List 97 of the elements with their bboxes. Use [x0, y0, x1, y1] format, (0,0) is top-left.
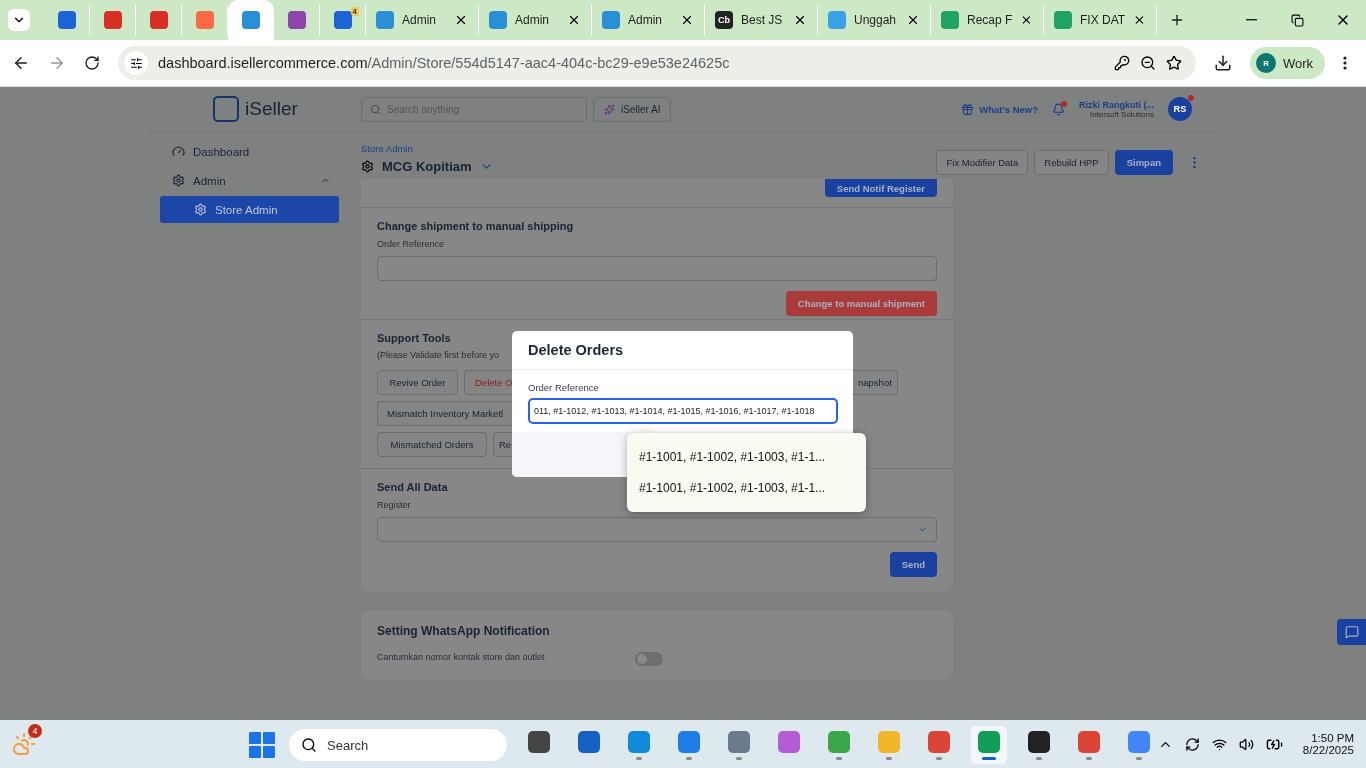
tool-button[interactable]: Mismatched Orders [377, 432, 487, 457]
browser-tab[interactable]: Admin [479, 5, 592, 35]
close-icon[interactable] [567, 13, 581, 27]
section-title: Send All Data [377, 481, 448, 493]
store-title: MCG Kopitiam [382, 159, 472, 174]
chat-button[interactable] [1337, 619, 1366, 645]
gear-icon [361, 160, 374, 173]
manual-shipment-button[interactable]: Change to manual shipment [785, 291, 937, 316]
zoom-out-icon[interactable] [1140, 55, 1156, 71]
forward-button[interactable] [48, 54, 66, 72]
browser-tab[interactable]: Cb Best JS [705, 5, 818, 35]
send-notif-button[interactable]: Send Notif Register [824, 179, 937, 197]
star-icon[interactable] [1166, 55, 1182, 71]
save-button[interactable]: Simpan [1114, 150, 1173, 175]
minimize-icon [1245, 19, 1257, 21]
order-reference-input[interactable]: 011, #1-1012, #1-1013, #1-1014, #1-1015, #1-1016, #1-1017, #1-1018 [528, 398, 838, 424]
close-icon[interactable] [454, 13, 468, 27]
logo-icon [213, 96, 240, 122]
volume-icon[interactable] [1238, 736, 1254, 752]
search-icon [370, 103, 381, 115]
close-icon[interactable] [680, 13, 694, 27]
tool-button[interactable]: Delete O [464, 370, 513, 395]
taskbar-search[interactable]: Search [289, 729, 507, 761]
tool-button[interactable]: Mismatch Inventory Marketl [377, 401, 512, 426]
chat-icon [1344, 625, 1359, 639]
close-icon[interactable] [1020, 13, 1033, 27]
sidebar-item[interactable]: Admin [160, 167, 339, 194]
tab-search-button[interactable] [8, 9, 30, 31]
company-name: Intersoft Solutions [1089, 109, 1154, 119]
notification-dot [1061, 100, 1067, 107]
dialog-title: Delete Orders [528, 342, 624, 358]
field-label: Order Reference [528, 382, 599, 393]
clock[interactable]: 1:50 PM 8/22/2025 [1302, 732, 1354, 756]
back-button[interactable] [12, 54, 30, 72]
suggestion-item[interactable]: #1-1001, #1-1002, #1-1003, #1-1... [627, 441, 866, 473]
section-title: Setting WhatsApp Notification [377, 624, 550, 638]
wifi-icon[interactable] [1211, 736, 1227, 752]
new-tab-button[interactable] [1169, 12, 1185, 28]
browser-tab[interactable]: FIX DAT [1044, 5, 1157, 35]
download-button[interactable] [1214, 54, 1232, 72]
key-icon[interactable] [1114, 55, 1130, 71]
sidebar-item[interactable]: Dashboard [160, 138, 339, 165]
menu-icon [1343, 56, 1348, 70]
reload-icon [84, 55, 100, 71]
gear-icon [194, 203, 207, 216]
sparkle-icon [604, 103, 615, 115]
suggestion-item[interactable]: #1-1001, #1-1002, #1-1003, #1-1... [627, 472, 866, 504]
breadcrumb-link[interactable]: Store Admin [361, 143, 493, 154]
close-icon[interactable] [906, 13, 920, 27]
browser-tab[interactable]: 4 [320, 5, 366, 35]
order-reference-field[interactable] [377, 256, 937, 281]
field-label: Register [377, 500, 411, 510]
section-title: Change shipment to manual shipping [377, 220, 574, 232]
start-button[interactable] [249, 732, 275, 758]
download-icon [1214, 54, 1232, 72]
sync-icon[interactable] [1184, 736, 1200, 752]
close-icon[interactable] [1133, 13, 1146, 27]
address-bar[interactable]: dashboard.isellercommerce.com/Admin/Store/554d5147-aac4-404c-bc29-e9e53e24625c [118, 46, 1196, 80]
bell-icon[interactable] [1052, 102, 1065, 116]
plus-icon [1169, 12, 1185, 28]
send-button[interactable]: Send [889, 552, 937, 577]
toggle-switch[interactable] [634, 652, 663, 666]
search-icon [301, 737, 317, 753]
browser-tab[interactable]: Admin [592, 5, 705, 35]
notification-badge: 4 [28, 724, 42, 738]
user-avatar[interactable]: RS [1168, 97, 1192, 121]
close-icon[interactable] [793, 13, 807, 27]
section-title: Support Tools [377, 332, 451, 344]
restore-icon [1290, 13, 1304, 27]
brand-name: iSeller [245, 98, 298, 120]
site-info-button[interactable] [124, 51, 148, 75]
gift-icon [961, 102, 975, 116]
gear-icon [172, 174, 185, 187]
browser-tab[interactable]: Recap F [931, 5, 1044, 35]
browser-tab[interactable] [228, 0, 274, 40]
weather-icon[interactable] [12, 732, 36, 756]
field-label: Order Reference [377, 239, 445, 249]
sliders-icon [129, 56, 143, 70]
forward-arrow-icon [48, 54, 66, 72]
menu-button[interactable] [1343, 56, 1348, 70]
toggle-label: Cantumkan nomor kontak store dan outlet [377, 652, 545, 662]
section-note: (Please Validate first before yo [377, 350, 499, 360]
reload-button[interactable] [84, 55, 100, 71]
action-button[interactable]: Rebuild HPP [1034, 150, 1109, 175]
tool-button[interactable]: Revive Order [377, 370, 458, 395]
ai-button[interactable]: iSeller AI [593, 96, 672, 122]
tool-button[interactable]: Re [493, 432, 512, 457]
tab-badge: 4 [350, 7, 359, 16]
favicon-icon: Cb [715, 11, 733, 29]
browser-tab[interactable]: Unggah [818, 5, 931, 35]
notification-dot [1188, 95, 1194, 101]
user-name: Rizki Rangkuti (... [1079, 99, 1154, 110]
gauge-icon [172, 145, 185, 158]
action-button[interactable]: Fix Modifier Data [936, 150, 1029, 175]
browser-tab[interactable]: Admin [366, 5, 479, 35]
sidebar-item[interactable]: Store Admin [160, 196, 339, 223]
whats-new-link[interactable]: What's New? [961, 102, 1038, 116]
